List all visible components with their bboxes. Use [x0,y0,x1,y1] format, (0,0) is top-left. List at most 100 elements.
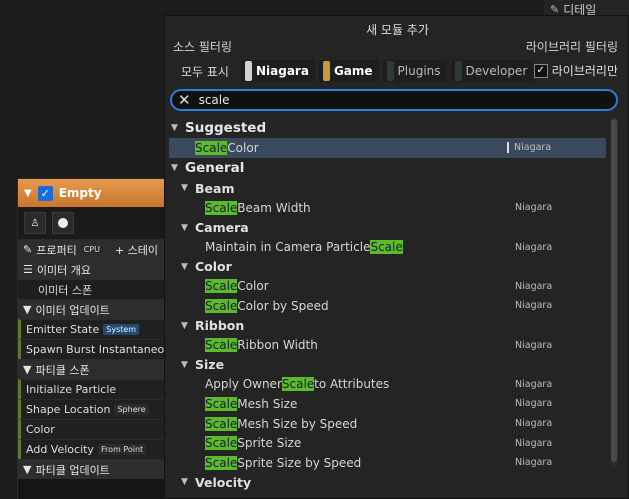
pencil-icon: ✎ [23,243,33,256]
stack-row[interactable]: Spawn Burst Instantaneous [18,339,166,359]
add-stage-button[interactable]: + 스테이 [115,242,158,258]
stack-row[interactable]: ✎ 프로퍼티 CPU + 스테이 [18,239,166,259]
stack-row-label: Color [26,423,55,436]
stack-row[interactable]: ▼ 파티클 스폰 [18,359,166,379]
category-header[interactable]: ▼ General [169,158,606,179]
search-input[interactable]: ✕ scale [170,89,618,111]
stack-row-label: 이미터 개요 [36,263,91,277]
filter-label: Niagara [255,64,309,78]
filter-niagara-button[interactable]: Niagara [240,60,315,82]
stack-row-label: 이미터 스폰 [38,283,93,297]
module-name-prefix: Apply Owner [205,377,282,392]
emitter-enabled-checkbox[interactable]: ✓ [37,185,53,201]
filter-developer-button[interactable]: Developer [450,60,534,82]
expand-arrow-icon[interactable]: ▼ [181,477,195,487]
emitter-header[interactable]: ▼ ✓ Empty [18,179,166,207]
module-name-suffix: Sprite Size [237,436,302,451]
filter-plugins-button[interactable]: Plugins [382,60,447,82]
collapse-arrow-icon[interactable]: ▼ [23,303,31,316]
module-name-suffix: Ribbon Width [237,338,318,353]
category-label: Beam [195,180,235,196]
module-item[interactable]: Scale Sprite Size Niagara [169,433,606,453]
collapse-arrow-icon[interactable]: ▼ [23,363,31,376]
collapse-arrow-icon[interactable]: ▼ [24,188,32,199]
module-source: Niagara [515,300,553,312]
module-source: Niagara [515,280,553,292]
search-match-highlight: Scale [195,140,228,155]
subcategory-header[interactable]: ▼ Beam [169,179,606,199]
module-source: Niagara [515,339,553,351]
stack-row[interactable]: Color [18,419,166,439]
stack-row-label: 파티클 스폰 [35,363,90,377]
subcategory-header[interactable]: ▼ Size [169,355,606,375]
stack-row[interactable]: ▼ 이미터 업데이트 [18,299,166,319]
stack-row-tag: From Point [97,444,147,455]
stack-row-label: Shape Location [26,403,111,416]
library-only-toggle[interactable]: ✓ 라이브러리만 [533,62,618,79]
renderer-icon[interactable]: ♙ [24,212,46,234]
expand-arrow-icon[interactable]: ▼ [181,183,195,193]
module-item[interactable]: Scale Color Niagara [169,277,606,297]
stack-row[interactable]: Initialize Particle [18,379,166,399]
stack-row[interactable]: ☰ 이미터 개요 [18,259,166,279]
collapse-arrow-icon[interactable]: ▼ [23,463,31,476]
module-name-suffix: to Attributes [314,377,390,392]
search-match-highlight: Scale [205,416,238,431]
module-item[interactable]: Scale Beam Width Niagara [169,198,606,218]
stack-row-tag: System [103,324,140,335]
subcategory-header[interactable]: ▼ Camera [169,218,606,238]
stack-row-label: Add Velocity [26,443,94,456]
subcategory-header[interactable]: ▼ Velocity [169,473,606,493]
subcategory-header[interactable]: ▼ Ribbon [169,316,606,336]
stack-row-label: 프로퍼티 [36,243,77,257]
clear-search-icon[interactable]: ✕ [178,91,191,109]
source-filter-label: 소스 필터링 [173,40,233,54]
expand-arrow-icon[interactable]: ▼ [181,321,195,331]
stack-row[interactable]: ▼ 파티클 업데이트 [18,459,166,479]
module-source: Niagara [515,398,553,410]
module-source: Niagara [515,457,553,469]
emitter-node[interactable]: ▼ ✓ Empty ♙ ✎ 프로퍼티 CPU + 스테이 ☰ 이미터 개요 이미터 스폰 ▼ 이… [17,178,167,499]
module-item[interactable]: Scale Sprite Size by Speed Niagara [169,453,606,473]
module-item[interactable]: Maintain in Camera Particle Scale Niagara [169,237,606,257]
module-name-suffix: Color [237,279,269,294]
stack-row[interactable]: Emitter State System [18,319,166,339]
sprite-preview-icon[interactable] [52,212,74,234]
stack-row[interactable]: Add Velocity From Point [18,439,166,459]
module-item[interactable]: Apply Owner Scale to Attributes Niagara [169,375,606,395]
module-item[interactable]: Scale Ribbon Width Niagara [169,335,606,355]
scrollbar-thumb[interactable] [611,119,617,462]
expand-arrow-icon[interactable]: ▼ [181,360,195,370]
search-match-highlight: Scale [205,298,238,313]
expand-arrow-icon[interactable]: ▼ [181,262,195,272]
library-only-checkbox[interactable]: ✓ [533,63,548,78]
search-value: scale [198,93,230,107]
filter-game-button[interactable]: Game [318,60,379,82]
module-item[interactable]: Scale Color Niagara [169,138,606,158]
filter-color-swatch [386,61,394,81]
stack-row-label: 이미터 업데이트 [35,303,110,317]
expand-arrow-icon[interactable]: ▼ [171,123,185,133]
niagara-editor: ✎ 디테일 ▼ ✓ Empty ♙ ✎ 프로퍼티 CPU + 스테이 ☰ 이미터 개요 이미… [0,0,629,499]
stack-row[interactable]: 이미터 스폰 [18,279,166,299]
search-match-highlight: Scale [205,200,238,215]
search-match-highlight: Scale [205,436,238,451]
filter-label: 모두 표시 [181,64,229,79]
module-name-suffix: Beam Width [237,200,311,215]
list-icon: ☰ [23,263,33,276]
module-item[interactable]: Scale Mesh Size Niagara [169,394,606,414]
library-filter-label: 라이브러리 필터링 [525,40,618,54]
stack-row[interactable]: Shape Location Sphere [18,399,166,419]
expand-arrow-icon[interactable]: ▼ [171,163,185,173]
filter-모두-표시-button[interactable]: 모두 표시 [173,60,237,82]
list-scrollbar[interactable] [610,117,618,467]
module-item[interactable]: Scale Color by Speed Niagara [169,296,606,316]
filter-label: Game [333,64,373,78]
expand-arrow-icon[interactable]: ▼ [181,223,195,233]
subcategory-header[interactable]: ▼ Color [169,257,606,277]
module-name-prefix: Maintain in Camera Particle [205,240,371,255]
category-header[interactable]: ▼ Suggested [169,117,606,138]
module-item[interactable]: Scale Mesh Size by Speed Niagara [169,414,606,434]
filter-color-swatch [454,61,462,81]
category-label: Size [195,357,225,373]
